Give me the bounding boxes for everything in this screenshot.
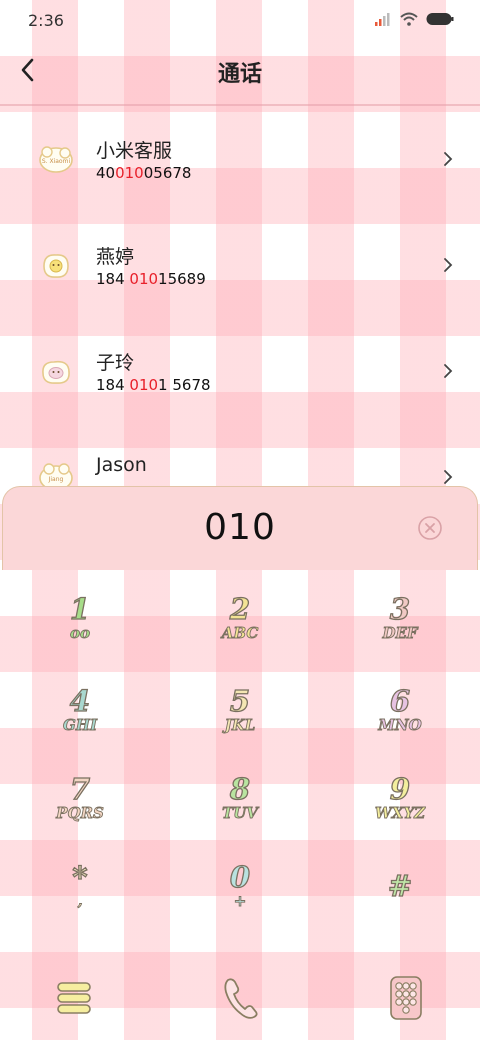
key-digit: * [72,860,88,894]
key-digit: 3 [389,592,411,626]
key-8[interactable]: 8 TUV [160,752,320,844]
phone-icon [224,978,258,1019]
contact-row[interactable]: Jiang Jason [0,424,480,486]
clear-button[interactable] [417,515,443,541]
key-7[interactable]: 7 PQRS [0,752,160,844]
signal-icon [375,13,390,26]
key-digit: 2 [229,592,251,626]
menu-button[interactable] [44,970,104,1026]
chevron-right-icon [444,470,453,484]
chevron-right-icon [444,152,453,166]
battery-icon [426,13,454,25]
contact-row[interactable]: 子玲 184 0101 5678 [0,318,480,424]
key-letters: JKL [224,716,256,735]
key-0[interactable]: 0 + [160,840,320,932]
contact-row[interactable]: 燕婷 184 01015689 [0,212,480,318]
key-6[interactable]: 6 MNO [320,664,480,756]
key-letters: GHI [63,716,98,735]
key-digit: 0 [229,860,251,894]
contact-number: 184 01015689 [96,270,206,288]
search-results-list: S. Xiaomi 小米客服 4001005678 燕婷 184 0101568… [0,106,480,486]
key-hash[interactable]: # [320,840,480,932]
chevron-right-icon [444,258,453,272]
header: 通话 [0,42,480,100]
key-digit: # [387,869,413,903]
avatar-icon: Jiang [39,463,73,486]
key-letters: DEF [382,624,418,643]
key-digit: 9 [389,772,411,806]
key-3[interactable]: 3 DEF [320,572,480,664]
call-button[interactable] [210,970,270,1026]
contact-name: Jason [96,454,147,476]
page-title: 通话 [217,62,262,87]
avatar-label: S. Xiaomi [42,158,71,165]
key-digit: 8 [229,772,251,806]
key-letters: ABC [221,624,259,643]
key-digit: 6 [389,684,411,718]
avatar-label: Jiang [48,476,64,483]
bottom-action-bar [0,962,480,1040]
status-icons [374,12,454,26]
dialpad-toggle-button[interactable] [376,970,436,1026]
chevron-right-icon [444,364,453,378]
key-letters: + [233,892,247,911]
key-digit: 4 [69,684,91,718]
key-5[interactable]: 5 JKL [160,664,320,756]
key-letters: WXYZ [374,804,426,823]
key-digit: 5 [229,684,251,718]
dial-number-panel: 010 [2,486,478,570]
status-bar: 2:36 [0,0,480,42]
avatar-icon [43,254,69,278]
key-letters: MNO [378,716,422,735]
key-1[interactable]: 1 oo [0,572,160,664]
key-4[interactable]: 4 GHI [0,664,160,756]
contact-number: 4001005678 [96,164,192,182]
avatar-icon: S. Xiaomi [39,146,73,173]
key-letters: ‚ [77,892,83,911]
contact-name: 燕婷 [96,246,135,268]
menu-icon [57,982,91,1014]
avatar-icon [42,360,70,384]
key-letters: PQRS [56,804,105,823]
wifi-icon [400,12,418,26]
key-letters: TUV [222,804,259,823]
dialpad-icon [390,976,422,1020]
key-digit: 1 [69,592,91,626]
voicemail-icon: oo [69,624,91,643]
contact-name: 子玲 [96,352,135,374]
dialed-number: 010 [204,507,276,548]
key-digit: 7 [69,772,91,806]
keypad: 1 oo 2 ABC 3 DEF 4 GHI 5 JKL 6 MNO 7 PQR… [0,572,480,962]
status-time: 2:36 [28,11,64,30]
contact-name: 小米客服 [96,140,173,162]
key-9[interactable]: 9 WXYZ [320,752,480,844]
contact-row[interactable]: S. Xiaomi 小米客服 4001005678 [0,106,480,212]
contact-number: 184 0101 5678 [96,376,211,394]
key-star[interactable]: * ‚ [0,840,160,932]
key-2[interactable]: 2 ABC [160,572,320,664]
